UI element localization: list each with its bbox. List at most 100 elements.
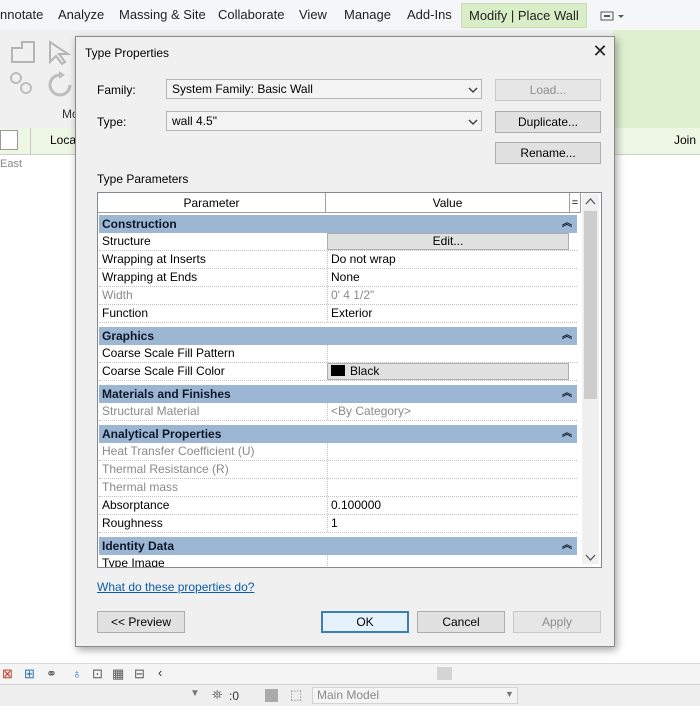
type-properties-dialog: Type Properties ✕ Family: System Family:… (75, 36, 615, 647)
chevron-down-icon (468, 114, 478, 125)
param-value: <By Category> (327, 403, 571, 420)
help-link[interactable]: What do these properties do? (97, 580, 254, 594)
tab-manage[interactable]: Manage (344, 7, 391, 22)
group-label: Construction (102, 217, 177, 231)
horizontal-scrollbar-thumb[interactable] (437, 667, 452, 680)
view-control-bar: ⊠ ⊞ ⚭ ♁ ⊡ ▦ ⊟ ‹ (0, 663, 700, 684)
design-options-icon[interactable]: ⬚ (290, 687, 302, 703)
apply-button[interactable]: Apply (513, 611, 601, 633)
param-value[interactable]: 0.100000 (327, 497, 571, 514)
param-value[interactable]: 1 (327, 515, 571, 532)
param-name: Type Image (102, 556, 165, 568)
table-row: Wrapping at Ends None (99, 269, 577, 287)
workset-count: :0 (229, 689, 240, 703)
scale-icon[interactable]: ⊠ (2, 666, 13, 682)
param-value: 0' 4 1/2" (327, 287, 571, 304)
structure-edit-button[interactable]: Edit... (327, 233, 569, 250)
chevron-down-icon[interactable]: ▼ (190, 688, 200, 699)
collapse-icon[interactable]: ︽ (562, 385, 572, 403)
color-swatch (331, 365, 345, 377)
column-header-parameter[interactable]: Parameter (98, 193, 326, 213)
contextual-panel (613, 30, 700, 128)
type-select[interactable]: wall 4.5" (166, 111, 482, 131)
duplicate-button[interactable]: Duplicate... (495, 111, 601, 133)
model-dropdown[interactable]: Main Model (312, 687, 518, 704)
table-row: Heat Transfer Coefficient (U) (99, 443, 577, 461)
view-label-east: East (0, 158, 23, 170)
param-value[interactable]: Do not wrap (327, 251, 571, 268)
param-value (327, 443, 571, 460)
collapse-icon[interactable]: ︽ (562, 537, 572, 555)
ribbon-minimize-icon[interactable] (600, 10, 626, 22)
param-value[interactable]: None (327, 269, 571, 286)
crop-icon[interactable]: ⊟ (134, 666, 145, 682)
collapse-icon[interactable]: ︽ (562, 327, 572, 345)
tab-view[interactable]: View (299, 7, 327, 22)
param-value[interactable]: Exterior (327, 305, 571, 322)
modify-tool-icon[interactable] (8, 38, 42, 69)
load-button[interactable]: Load... (495, 79, 601, 101)
param-value[interactable] (327, 345, 571, 362)
param-name: Structure (102, 234, 151, 248)
table-row: Structure Edit... (99, 233, 577, 251)
options-input[interactable] (0, 130, 18, 150)
ok-button[interactable]: OK (321, 611, 409, 633)
table-row: Type Image (99, 555, 577, 568)
group-header-construction[interactable]: Construction ︽ (99, 215, 577, 233)
render-icon[interactable]: ▦ (112, 666, 124, 682)
group-label: Materials and Finishes (102, 387, 231, 401)
param-name: Heat Transfer Coefficient (U) (102, 444, 255, 458)
tab-collaborate[interactable]: Collaborate (218, 7, 285, 22)
group-header-identity-data[interactable]: Identity Data ︽ (99, 537, 577, 555)
param-value[interactable] (327, 555, 571, 567)
tab-annotate[interactable]: nnotate (0, 7, 43, 22)
group-header-graphics[interactable]: Graphics ︽ (99, 327, 577, 345)
scroll-left-icon[interactable]: ‹ (158, 665, 162, 680)
type-label: Type: (97, 115, 127, 129)
tab-massing-site[interactable]: Massing & Site (119, 7, 206, 22)
type-parameters-label: Type Parameters (97, 172, 189, 186)
table-row: Thermal Resistance (R) (99, 461, 577, 479)
shadows-icon[interactable]: ⊡ (92, 666, 103, 682)
tab-analyze[interactable]: Analyze (58, 7, 104, 22)
cancel-button[interactable]: Cancel (417, 611, 505, 633)
collapse-icon[interactable]: ︽ (562, 215, 572, 233)
table-row: Coarse Scale Fill Color Black (99, 363, 577, 381)
table-row: Absorptance 0.100000 (99, 497, 577, 515)
visual-style-icon[interactable]: ⚭ (46, 666, 57, 682)
param-name: Wrapping at Inserts (102, 252, 206, 266)
vertical-scrollbar-thumb[interactable] (584, 211, 597, 399)
copy-icon[interactable] (8, 70, 38, 99)
column-header-value[interactable]: Value (326, 193, 570, 213)
family-select-value: System Family: Basic Wall (172, 82, 313, 96)
close-icon[interactable]: ✕ (591, 42, 609, 60)
rename-button[interactable]: Rename... (495, 142, 601, 164)
column-header-formula[interactable]: = (570, 193, 581, 213)
detail-level-icon[interactable]: ⊞ (24, 666, 35, 682)
tab-modify-place-wall[interactable]: Modify | Place Wall (461, 3, 587, 28)
model-dropdown-chevron-icon: ▼ (505, 689, 514, 699)
sun-path-icon[interactable]: ♁ (72, 666, 82, 681)
family-select[interactable]: System Family: Basic Wall (166, 79, 482, 99)
tab-add-ins[interactable]: Add-Ins (407, 7, 452, 22)
collapse-icon[interactable]: ︽ (562, 425, 572, 443)
table-row: Roughness 1 (99, 515, 577, 533)
worksets-icon[interactable]: ⛯ (212, 687, 222, 703)
scroll-down-icon[interactable] (585, 551, 596, 565)
table-row: Width 0' 4 1/2" (99, 287, 577, 305)
editing-icon[interactable] (265, 689, 278, 702)
rotate-icon[interactable] (46, 70, 76, 103)
chevron-down-icon (468, 82, 478, 93)
scroll-up-icon[interactable] (585, 196, 596, 210)
fill-color-button[interactable]: Black (327, 363, 569, 380)
param-name: Thermal mass (102, 480, 179, 494)
table-row: Thermal mass (99, 479, 577, 497)
select-icon[interactable] (46, 38, 74, 69)
param-name: Wrapping at Ends (102, 270, 198, 284)
group-header-analytical-properties[interactable]: Analytical Properties ︽ (99, 425, 577, 443)
param-name: Coarse Scale Fill Color (102, 364, 225, 378)
param-name: Absorptance (102, 498, 170, 512)
preview-button[interactable]: << Preview (97, 611, 185, 633)
param-name: Coarse Scale Fill Pattern (102, 346, 235, 360)
group-header-materials-finishes[interactable]: Materials and Finishes ︽ (99, 385, 577, 403)
